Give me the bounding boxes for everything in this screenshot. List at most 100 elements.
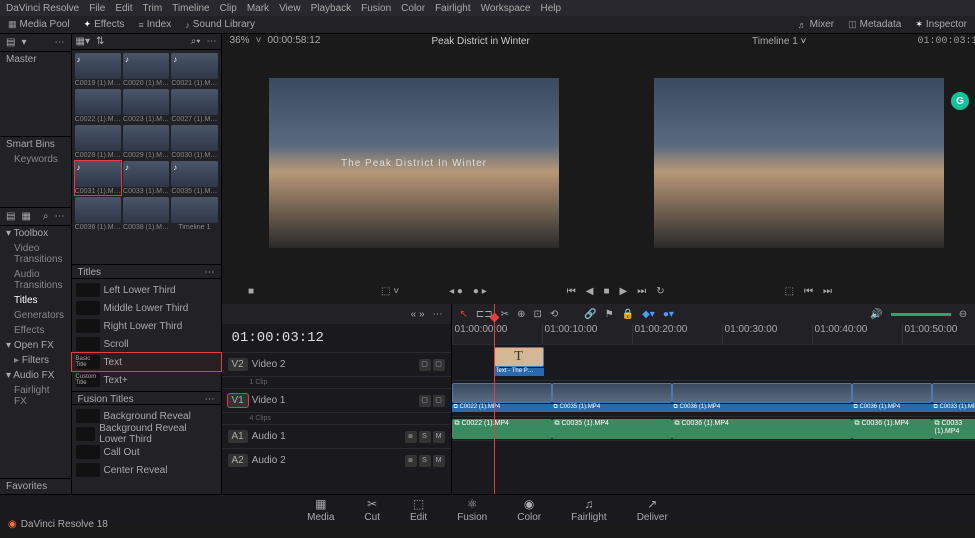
track-v2-lock[interactable]: ▢ — [419, 359, 431, 371]
source-viewer[interactable]: The Peak District In Winter — [222, 48, 607, 278]
title-right-lower-third[interactable]: Right Lower Third — [72, 317, 221, 335]
timeline-timecode[interactable]: 01:00:03:12 — [222, 324, 451, 352]
title-clip[interactable]: T — [494, 347, 544, 367]
menu-mark[interactable]: Mark — [247, 3, 269, 14]
menu-clip[interactable]: Clip — [220, 3, 237, 14]
track-v2[interactable]: T — [452, 344, 975, 368]
page-media[interactable]: ▦Media — [307, 497, 334, 523]
page-cut[interactable]: ✂Cut — [364, 497, 380, 523]
filters-item[interactable]: ▸ Filters — [0, 353, 71, 368]
first-frame-button[interactable]: ⏮ — [567, 286, 576, 297]
loop-button[interactable]: ↻ — [656, 286, 664, 297]
clip-thumb[interactable]: ♪C0019 (1).M… — [75, 53, 121, 87]
clip-thumb[interactable]: C0029 (1).M… — [123, 125, 169, 159]
replace-tool[interactable]: ⟲ — [550, 309, 558, 320]
timeline-viewer[interactable] — [607, 48, 975, 278]
audio-clip[interactable]: ⧉ C0035 (1).MP4 — [552, 419, 672, 439]
link-icon[interactable]: 🔗 — [584, 309, 596, 320]
play-button[interactable]: ▶ — [620, 286, 628, 297]
stop-icon[interactable]: ■ — [248, 286, 254, 297]
fx-list-icon[interactable]: ▤ — [6, 211, 15, 222]
clip-thumb[interactable]: ♪C0020 (1).M… — [123, 53, 169, 87]
prev-frame-button[interactable]: ◀ — [586, 286, 594, 297]
clip-thumb[interactable]: C0022 (1).M… — [75, 89, 121, 123]
track-v1[interactable] — [452, 380, 975, 404]
volume-icon[interactable]: 🔊 — [870, 309, 882, 320]
sound-library-button[interactable]: ♪ Sound Library — [181, 18, 259, 31]
marker2-icon[interactable]: ●▾ — [663, 309, 674, 320]
stop-button[interactable]: ■ — [603, 286, 609, 297]
menu-fusion[interactable]: Fusion — [361, 3, 391, 14]
audio-clip[interactable]: ⧉ C0036 (1).MP4 — [852, 419, 932, 439]
track-a1-header[interactable]: A1Audio 1⧈SM — [222, 424, 451, 448]
playhead[interactable] — [494, 304, 495, 494]
track-a2[interactable] — [452, 440, 975, 464]
clip-thumb[interactable]: C0038 (1).M… — [123, 197, 169, 231]
clip-view-icon[interactable]: ▦▾ — [76, 36, 90, 47]
toolbox-effects[interactable]: Effects — [0, 323, 71, 338]
clip-thumb[interactable]: C0028 (1).M… — [75, 125, 121, 159]
track-v2-header[interactable]: V2Video 2▢▢ — [222, 352, 451, 376]
video-clip[interactable] — [852, 383, 932, 403]
bin-dots-icon[interactable]: ⋯ — [55, 37, 65, 48]
fusion-dots-icon[interactable]: ⋯ — [205, 394, 215, 402]
track-a1[interactable]: ⧉ C0022 (1).MP4⧉ C0035 (1).MP4⧉ C0036 (1… — [452, 416, 975, 440]
match-frame-icon[interactable]: ⬚ — [785, 286, 794, 297]
menu-help[interactable]: Help — [540, 3, 561, 14]
track-a2-header[interactable]: A2Audio 2⧈SM — [222, 448, 451, 472]
timeline-title[interactable]: Timeline 1 ˅ — [752, 36, 806, 47]
menu-playback[interactable]: Playback — [311, 3, 352, 14]
zoom-out-icon[interactable]: ⊖ — [959, 309, 967, 320]
toolbox-header[interactable]: ▾ Toolbox — [0, 226, 71, 241]
metadata-button[interactable]: ◫ Metadata — [844, 18, 905, 31]
last-button[interactable]: ⏭ — [823, 286, 832, 297]
menu-trim[interactable]: Trim — [143, 3, 163, 14]
fx-dots-icon[interactable]: ⋯ — [55, 211, 65, 222]
video-clip[interactable] — [552, 383, 672, 403]
clip-thumb[interactable]: ♪C0021 (1).M… — [171, 53, 217, 87]
menu-timeline[interactable]: Timeline — [172, 3, 209, 14]
track-v1-header[interactable]: V1Video 1▢▢ — [222, 388, 451, 412]
page-fairlight[interactable]: ♫Fairlight — [571, 497, 607, 523]
toolbox-titles[interactable]: Titles — [0, 293, 71, 308]
next-frame-button[interactable]: ⏭ — [637, 286, 646, 297]
title-left-lower-third[interactable]: Left Lower Third — [72, 281, 221, 299]
source-zoom[interactable]: 36% ˅ 00:00:58:12 — [230, 35, 321, 47]
clip-thumb[interactable]: C0036 (1).M… — [75, 197, 121, 231]
first-button[interactable]: ⏮ — [804, 286, 813, 297]
app-logo-icon[interactable]: ◉ — [8, 519, 17, 530]
timeline-ruler[interactable]: 01:00:00:0001:00:10:0001:00:20:0001:00:3… — [452, 324, 975, 344]
menu-file[interactable]: File — [89, 3, 105, 14]
page-edit[interactable]: ⬚Edit — [410, 497, 427, 523]
clip-dots-icon[interactable]: ⋯ — [207, 36, 217, 47]
video-clip[interactable] — [932, 383, 975, 403]
insert-tool[interactable]: ⊕ — [517, 309, 525, 320]
page-color[interactable]: ◉Color — [517, 497, 541, 523]
effects-button[interactable]: ✦ Effects — [80, 18, 129, 31]
page-deliver[interactable]: ↗Deliver — [637, 497, 668, 523]
fusion-call-out[interactable]: Call Out — [72, 443, 221, 461]
openfx-header[interactable]: ▾ Open FX — [0, 338, 71, 353]
video-clip[interactable] — [452, 383, 552, 403]
lock-icon[interactable]: 🔒 — [622, 309, 634, 320]
toolbox-audio-transitions[interactable]: Audio Transitions — [0, 267, 71, 293]
fx-search-icon[interactable]: ⌕ — [43, 211, 49, 222]
audio-clip[interactable]: ⧉ C0022 (1).MP4 — [452, 419, 552, 439]
audio-clip[interactable]: ⧉ C0033 (1).MP4 — [932, 419, 975, 439]
menu-edit[interactable]: Edit — [115, 3, 132, 14]
clip-thumb[interactable]: Timeline 1 — [171, 197, 217, 231]
blade-tool[interactable]: ✂ — [501, 309, 509, 320]
track-v1-lock[interactable]: ▢ — [419, 395, 431, 407]
fairlightfx-item[interactable]: Fairlight FX — [0, 383, 71, 409]
prev-mark-icon[interactable]: ◂ ● — [449, 286, 463, 297]
mixer-button[interactable]: ♬ Mixer — [794, 18, 838, 31]
title-middle-lower-third[interactable]: Middle Lower Third — [72, 299, 221, 317]
bin-list-icon[interactable]: ▤ — [6, 37, 15, 48]
toolbox-generators[interactable]: Generators — [0, 308, 71, 323]
mode-icon[interactable]: ⬚ ˅ — [381, 286, 399, 297]
fusion-background-reveal-lower-third[interactable]: Background Reveal Lower Third — [72, 425, 221, 443]
fusion-center-reveal[interactable]: Center Reveal — [72, 461, 221, 479]
bin-menu-icon[interactable]: ▾ — [21, 37, 26, 48]
master-bin[interactable]: Master — [0, 52, 71, 67]
audio-clip[interactable]: ⧉ C0036 (1).MP4 — [672, 419, 852, 439]
